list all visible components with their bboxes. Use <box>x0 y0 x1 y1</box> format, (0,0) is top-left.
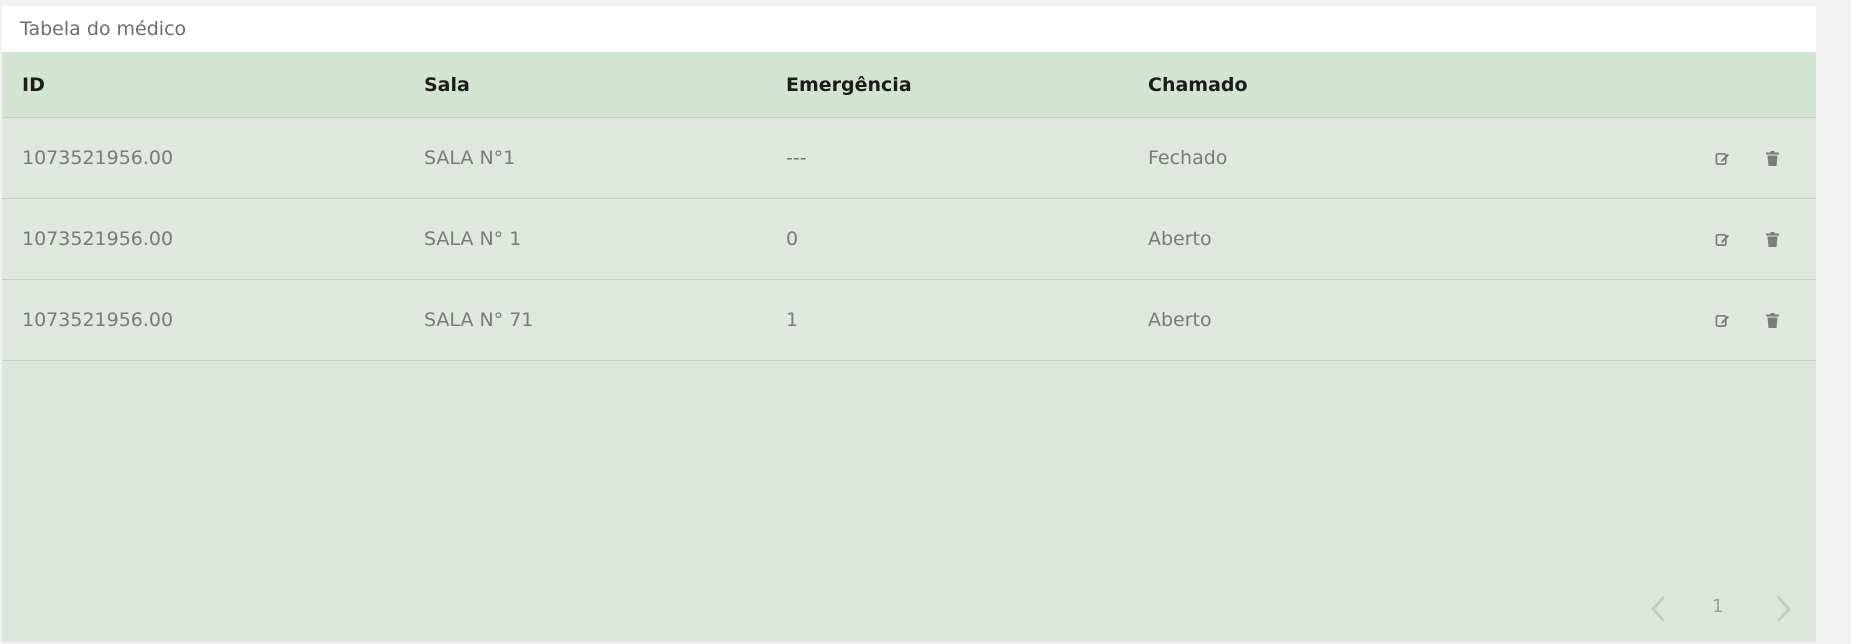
table-row: 1073521956.00 SALA N° 71 1 Aberto <box>2 280 1816 361</box>
cell-sala: SALA N°1 <box>424 147 516 169</box>
cell-emergencia: --- <box>786 147 807 169</box>
chevron-left-icon[interactable] <box>1646 594 1670 624</box>
cell-id: 1073521956.00 <box>22 309 174 331</box>
cell-emergencia: 1 <box>786 309 799 331</box>
pagination: 1 <box>1616 572 1816 642</box>
trash-icon[interactable] <box>1762 229 1782 249</box>
column-header-sala: Sala <box>424 73 470 96</box>
cell-id: 1073521956.00 <box>22 147 174 169</box>
edit-icon[interactable] <box>1712 148 1732 168</box>
panel-title: Tabela do médico <box>2 6 1816 52</box>
trash-icon[interactable] <box>1762 310 1782 330</box>
column-header-emergencia: Emergência <box>786 73 912 96</box>
chevron-right-icon[interactable] <box>1772 594 1796 624</box>
cell-chamado: Aberto <box>1148 309 1212 331</box>
cell-chamado: Aberto <box>1148 228 1212 250</box>
edit-icon[interactable] <box>1712 229 1732 249</box>
cell-chamado: Fechado <box>1148 147 1228 169</box>
column-header-chamado: Chamado <box>1148 73 1248 96</box>
table-row: 1073521956.00 SALA N°1 --- Fechado <box>2 118 1816 199</box>
edit-icon[interactable] <box>1712 310 1732 330</box>
doctor-table-panel: Tabela do médico ID Sala Emergência Cham… <box>2 6 1816 642</box>
cell-sala: SALA N° 1 <box>424 228 522 250</box>
trash-icon[interactable] <box>1762 148 1782 168</box>
cell-id: 1073521956.00 <box>22 228 174 250</box>
table-row: 1073521956.00 SALA N° 1 0 Aberto <box>2 199 1816 280</box>
current-page-number[interactable]: 1 <box>1712 596 1723 617</box>
column-header-id: ID <box>22 73 45 96</box>
table-header: ID Sala Emergência Chamado <box>2 52 1816 118</box>
cell-emergencia: 0 <box>786 228 799 250</box>
cell-sala: SALA N° 71 <box>424 309 534 331</box>
